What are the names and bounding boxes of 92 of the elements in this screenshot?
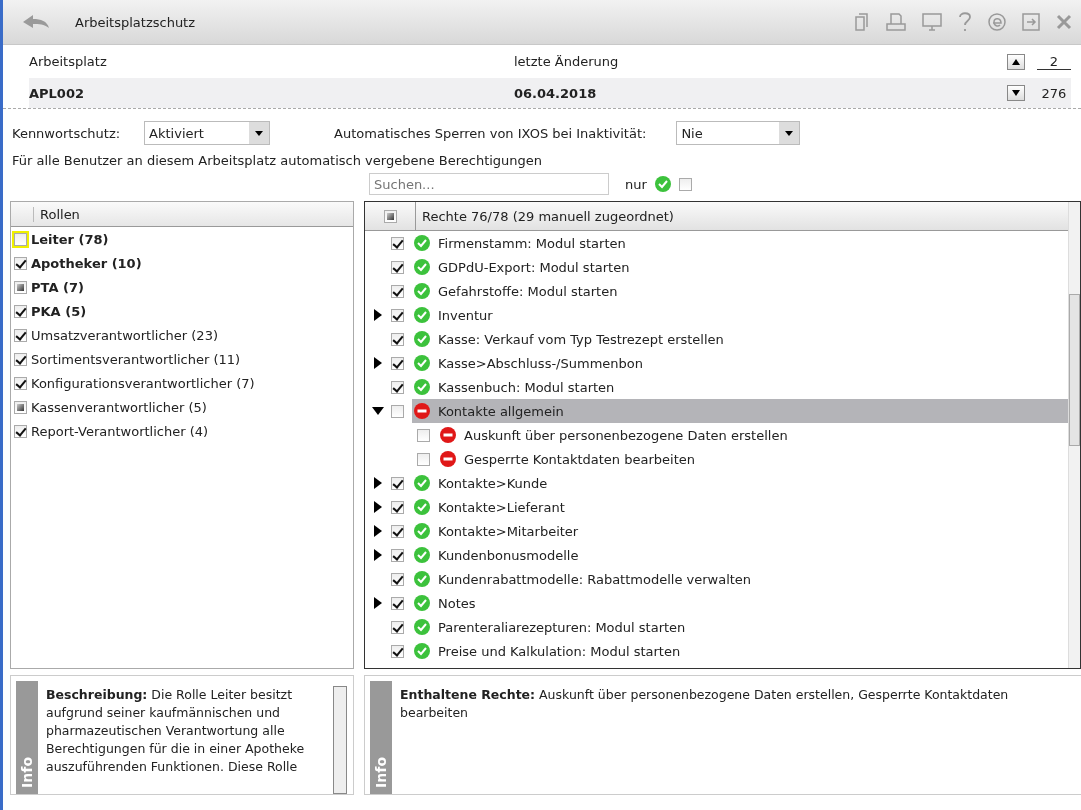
- role-item[interactable]: Apotheker (10): [11, 251, 353, 275]
- checkbox[interactable]: [391, 308, 404, 322]
- page-count: 276: [1040, 85, 1068, 101]
- check-circle-icon: [654, 176, 671, 192]
- rights-summary-text: Enthaltene Rechte: Auskunft über personenbezogene Daten erstellen, Gesperrte Kontaktdaten bearbeiten: [400, 686, 1010, 722]
- info-tab-label: Info: [372, 757, 390, 788]
- right-item[interactable]: Auskunft über personenbezogene Daten erstellen: [438, 423, 1068, 447]
- caret-icon: [255, 130, 264, 136]
- table-cell-text: APL002: [29, 85, 85, 101]
- right-item[interactable]: Kasse>Abschluss-/Summenbon: [412, 351, 1068, 375]
- checkbox[interactable]: [391, 572, 404, 586]
- checkbox[interactable]: [14, 328, 27, 342]
- right-item[interactable]: GDPdU-Export: Modul starten: [412, 255, 1068, 279]
- checkbox[interactable]: [14, 256, 27, 270]
- checkbox[interactable]: [391, 260, 404, 274]
- right-item[interactable]: Kontakte>Kunde: [412, 471, 1068, 495]
- right-item[interactable]: Kundenbonusmodelle: [412, 543, 1068, 567]
- table-cell-text: 06.04.2018: [514, 85, 598, 101]
- checkbox[interactable]: [391, 644, 404, 658]
- column-header: Rollen: [11, 202, 353, 227]
- expand-arrow-icon[interactable]: [372, 525, 384, 537]
- dropdown[interactable]: Aktiviert: [144, 121, 271, 145]
- expand-arrow-icon[interactable]: [372, 549, 384, 561]
- filter-label: nur: [625, 176, 647, 192]
- checkbox[interactable]: [14, 424, 27, 438]
- right-item[interactable]: Parenteraliarezepturen: Modul starten: [412, 615, 1068, 639]
- right-item[interactable]: Kontakte>Mitarbeiter: [412, 519, 1068, 543]
- checkbox[interactable]: [391, 620, 404, 634]
- right-item[interactable]: Gesperrte Kontaktdaten bearbeiten: [438, 447, 1068, 471]
- dropdown[interactable]: Nie: [676, 121, 801, 145]
- expand-arrow-icon[interactable]: [372, 477, 384, 489]
- right-item[interactable]: Kundenrabattmodelle: Rabattmodelle verwalten: [412, 567, 1068, 591]
- role-item[interactable]: PKA (5): [11, 299, 353, 323]
- up-triangle-icon: [1012, 58, 1020, 65]
- next-button[interactable]: [1007, 85, 1025, 101]
- right-item[interactable]: Kontakte allgemein: [412, 399, 1068, 423]
- checkbox[interactable]: [14, 304, 27, 318]
- expand-arrow-icon[interactable]: [372, 501, 384, 513]
- expand-arrow-icon[interactable]: [372, 597, 384, 609]
- checkbox[interactable]: [14, 280, 27, 294]
- field-label: Kennwortschutz:: [12, 125, 121, 141]
- checkbox[interactable]: [14, 400, 27, 414]
- right-item[interactable]: Kontakte>Lieferant: [412, 495, 1068, 519]
- right-item[interactable]: Notes: [412, 591, 1068, 615]
- right-item[interactable]: Kassenbuch: Modul starten: [412, 375, 1068, 399]
- page-number: 2: [1037, 53, 1071, 70]
- checkbox[interactable]: [383, 209, 397, 223]
- right-item[interactable]: Kasse: Verkauf vom Typ Testrezept erstellen: [412, 327, 1068, 351]
- expand-arrow-icon[interactable]: [372, 405, 384, 417]
- checkbox[interactable]: [14, 352, 27, 366]
- role-item[interactable]: Umsatzverantwortlicher (23): [11, 323, 353, 347]
- checkbox[interactable]: [391, 476, 404, 490]
- checkbox[interactable]: [391, 500, 404, 514]
- expand-arrow-icon[interactable]: [372, 309, 384, 321]
- column-header: letzte Änderung: [514, 54, 620, 69]
- role-item[interactable]: Report-Verantwortlicher (4): [11, 419, 353, 443]
- role-item[interactable]: PTA (7): [11, 275, 353, 299]
- column-header: Rechte 76/78 (29 manuell zugeordnet): [421, 207, 674, 226]
- caret-icon: [785, 130, 794, 136]
- previous-button[interactable]: [1007, 53, 1025, 70]
- scrollbar[interactable]: [333, 686, 347, 794]
- checkbox[interactable]: [391, 380, 404, 394]
- checkbox[interactable]: [417, 452, 430, 466]
- role-item[interactable]: Sortimentsverantwortlicher (11): [11, 347, 353, 371]
- checkbox[interactable]: [417, 428, 430, 442]
- info-tab-label: Info: [18, 757, 36, 788]
- checkbox[interactable]: [678, 177, 692, 191]
- right-item[interactable]: Gefahrstoffe: Modul starten: [412, 279, 1068, 303]
- role-item[interactable]: Kassenverantwortlicher (5): [11, 395, 353, 419]
- role-item[interactable]: Leiter (78): [11, 227, 353, 251]
- right-item[interactable]: Firmenstamm: Modul starten: [412, 231, 1068, 255]
- field-label: Automatisches Sperren von IXOS bei Inaktivität:: [334, 125, 647, 141]
- right-item[interactable]: Preise und Kalkulation: Modul starten: [412, 639, 1068, 663]
- search-field[interactable]: Suchen...: [369, 173, 609, 195]
- checkbox[interactable]: [391, 548, 404, 562]
- checkbox[interactable]: [391, 524, 404, 538]
- column-header: Arbeitsplatz: [29, 54, 108, 69]
- checkbox[interactable]: [391, 404, 404, 418]
- section-label: Für alle Benutzer an diesem Arbeitsplatz automatisch vergebene Berechtigungen: [11, 152, 544, 168]
- role-item[interactable]: Konfigurationsverantwortlicher (7): [11, 371, 353, 395]
- checkbox[interactable]: [391, 236, 404, 250]
- expand-arrow-icon[interactable]: [372, 357, 384, 369]
- down-triangle-icon: [1012, 90, 1020, 96]
- checkbox[interactable]: [14, 232, 27, 246]
- description-text: Beschreibung: Die Rolle Leiter besitzt aufgrund seiner kaufmännischen und pharmazeutischen Verantwortung alle Berechtigungen für die in einer Apotheke auszuführenden Funktionen. Diese Rolle: [46, 686, 306, 776]
- checkbox[interactable]: [391, 356, 404, 370]
- checkbox[interactable]: [391, 284, 404, 298]
- checkbox[interactable]: [391, 332, 404, 346]
- right-item[interactable]: Inventur: [412, 303, 1068, 327]
- checkbox[interactable]: [14, 376, 27, 390]
- checkbox[interactable]: [391, 596, 404, 610]
- window-title: Arbeitsplatzschutz: [75, 14, 197, 30]
